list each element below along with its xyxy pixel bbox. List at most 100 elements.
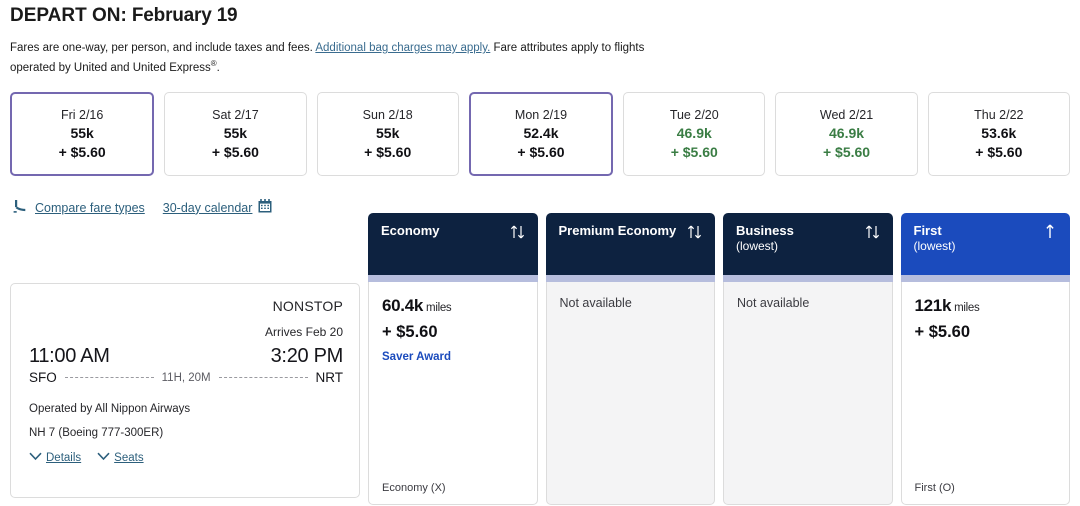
date-tab-miles: 55k [70,125,93,141]
fare-cell-premium-economy: Not available [546,282,716,505]
fare-note-part1: Fares are one-way, per person, and inclu… [10,42,313,54]
flight-expanders: Details Seats [29,452,343,464]
date-tab-miles: 46.9k [677,125,712,141]
date-tab-thu-2-22[interactable]: Thu 2/22 53.6k + $5.60 [928,92,1070,176]
cabin-title: First [914,223,956,239]
date-tab-fri-2-16[interactable]: Fri 2/16 55k + $5.60 [10,92,154,176]
sort-both-icon[interactable] [510,223,526,241]
arrival-date-label: Arrives Feb 20 [29,325,343,339]
cabin-title: Business [736,223,794,239]
route-line-left [65,377,154,378]
cabin-header-economy[interactable]: Economy [368,213,538,275]
date-tab-day: Fri 2/16 [61,108,103,122]
fare-not-available: Not available [560,296,702,310]
fare-column-premium-economy: Premium Economy Not available [546,213,716,505]
destination-airport: NRT [316,370,344,385]
sort-both-icon[interactable] [687,223,703,241]
depart-date: February 19 [132,5,238,26]
route-line-right [219,377,308,378]
fare-columns: Economy 60.4kmiles + $5.60 Saver Award E… [368,213,1070,505]
cabin-underbar [368,275,538,282]
fare-miles: 60.4kmiles [382,296,524,316]
date-selector-strip: Fri 2/16 55k + $5.60 Sat 2/17 55k + $5.6… [10,92,1070,176]
fare-award-type: Saver Award [382,351,524,363]
date-tab-day: Tue 2/20 [670,108,719,122]
fare-miles: 121kmiles [915,296,1057,316]
fare-miles-unit: miles [954,302,979,314]
fare-booking-class: First (O) [915,482,1057,494]
results-grid: NONSTOP Arrives Feb 20 11:00 AM 3:20 PM … [10,213,1070,505]
date-tab-day: Sat 2/17 [212,108,259,122]
cabin-underbar [723,275,893,282]
chevron-down-icon [97,452,110,464]
date-tab-wed-2-21[interactable]: Wed 2/21 46.9k + $5.60 [775,92,917,176]
seats-toggle[interactable]: Seats [97,452,143,464]
depart-on-label: DEPART ON: [10,5,127,26]
operated-by-label: Operated by All Nippon Airways [29,403,343,415]
details-toggle[interactable]: Details [29,452,81,464]
fare-booking-class: Economy (X) [382,482,524,494]
date-tab-cash: + $5.60 [517,144,564,160]
cabin-title: Economy [381,223,440,239]
date-tab-miles: 46.9k [829,125,864,141]
date-tab-mon-2-19[interactable]: Mon 2/19 52.4k + $5.60 [469,92,613,176]
date-tab-day: Sun 2/18 [363,108,413,122]
fare-column-first: First (lowest) 121kmiles + $5.60 First (… [901,213,1071,505]
date-tab-sat-2-17[interactable]: Sat 2/17 55k + $5.60 [164,92,306,176]
flight-column: NONSTOP Arrives Feb 20 11:00 AM 3:20 PM … [10,213,360,498]
date-tab-cash: + $5.60 [975,144,1022,160]
date-tab-cash: + $5.60 [671,144,718,160]
cabin-header-first[interactable]: First (lowest) [901,213,1071,275]
date-tab-tue-2-20[interactable]: Tue 2/20 46.9k + $5.60 [623,92,765,176]
chevron-down-icon [29,452,42,464]
fare-column-business: Business (lowest) Not available [723,213,893,505]
date-tab-day: Mon 2/19 [515,108,567,122]
date-tab-cash: + $5.60 [364,144,411,160]
date-tab-miles: 55k [224,125,247,141]
flight-times: 11:00 AM 3:20 PM [29,345,343,368]
fare-cell-economy[interactable]: 60.4kmiles + $5.60 Saver Award Economy (… [368,282,538,505]
fare-note-end: . [217,62,220,74]
fare-cash: + $5.60 [382,323,524,342]
details-label: Details [46,452,81,464]
cabin-header-premium-economy[interactable]: Premium Economy [546,213,716,275]
date-tab-cash: + $5.60 [59,144,106,160]
award-fare-results-page: DEPART ON: February 19 Fares are one-way… [0,0,1080,506]
flight-number-equipment: NH 7 (Boeing 777-300ER) [29,427,343,439]
departure-time: 11:00 AM [29,345,110,368]
fare-cell-first[interactable]: 121kmiles + $5.60 First (O) [901,282,1071,505]
arrival-time: 3:20 PM [271,345,343,368]
flight-route: SFO 11H, 20M NRT [29,370,343,385]
fare-column-economy: Economy 60.4kmiles + $5.60 Saver Award E… [368,213,538,505]
date-tab-miles: 53.6k [981,125,1016,141]
fare-cell-business: Not available [723,282,893,505]
fare-not-available: Not available [737,296,879,310]
date-tab-day: Thu 2/22 [974,108,1023,122]
flight-duration: 11H, 20M [162,372,211,384]
date-tab-sun-2-18[interactable]: Sun 2/18 55k + $5.60 [317,92,459,176]
date-tab-day: Wed 2/21 [820,108,873,122]
fare-cash: + $5.60 [915,323,1057,342]
fare-disclaimer: Fares are one-way, per person, and inclu… [10,40,690,76]
sort-ascending-icon[interactable] [1042,223,1058,241]
page-title: DEPART ON: February 19 [10,0,1070,28]
cabin-subtitle: (lowest) [736,239,794,254]
sort-both-icon[interactable] [865,223,881,241]
additional-bag-charges-link[interactable]: Additional bag charges may apply. [315,42,490,54]
fare-miles-unit: miles [426,302,451,314]
fare-miles-value: 60.4k [382,296,423,315]
origin-airport: SFO [29,370,57,385]
flight-card[interactable]: NONSTOP Arrives Feb 20 11:00 AM 3:20 PM … [10,283,360,498]
cabin-underbar [546,275,716,282]
stops-label: NONSTOP [29,298,343,314]
date-tab-cash: + $5.60 [212,144,259,160]
fare-miles-value: 121k [915,296,952,315]
cabin-title: Premium Economy [559,223,677,239]
cabin-underbar [901,275,1071,282]
date-tab-miles: 52.4k [523,125,558,141]
seats-label: Seats [114,452,143,464]
date-tab-miles: 55k [376,125,399,141]
cabin-header-business[interactable]: Business (lowest) [723,213,893,275]
date-tab-cash: + $5.60 [823,144,870,160]
cabin-subtitle: (lowest) [914,239,956,254]
